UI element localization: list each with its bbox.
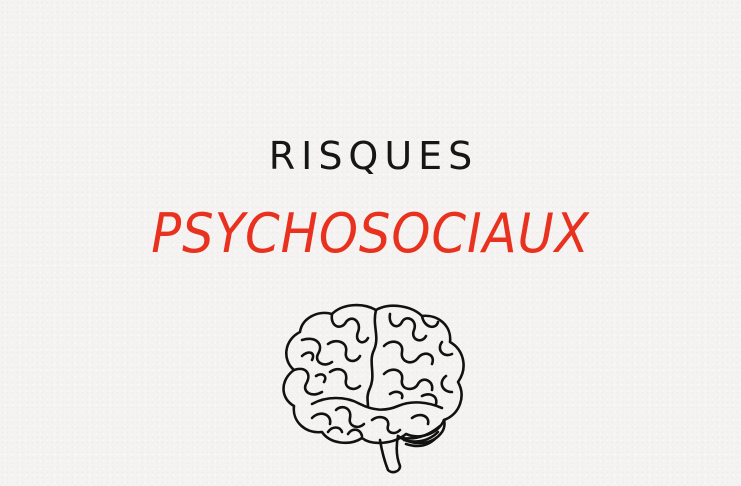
brain-icon xyxy=(282,303,465,474)
title-psychosociaux: PSYCHOSOCIAUX xyxy=(151,202,590,265)
poster: RISQUES PSYCHOSOCIAUX xyxy=(0,0,741,486)
title-risques: RISQUES xyxy=(268,134,479,178)
